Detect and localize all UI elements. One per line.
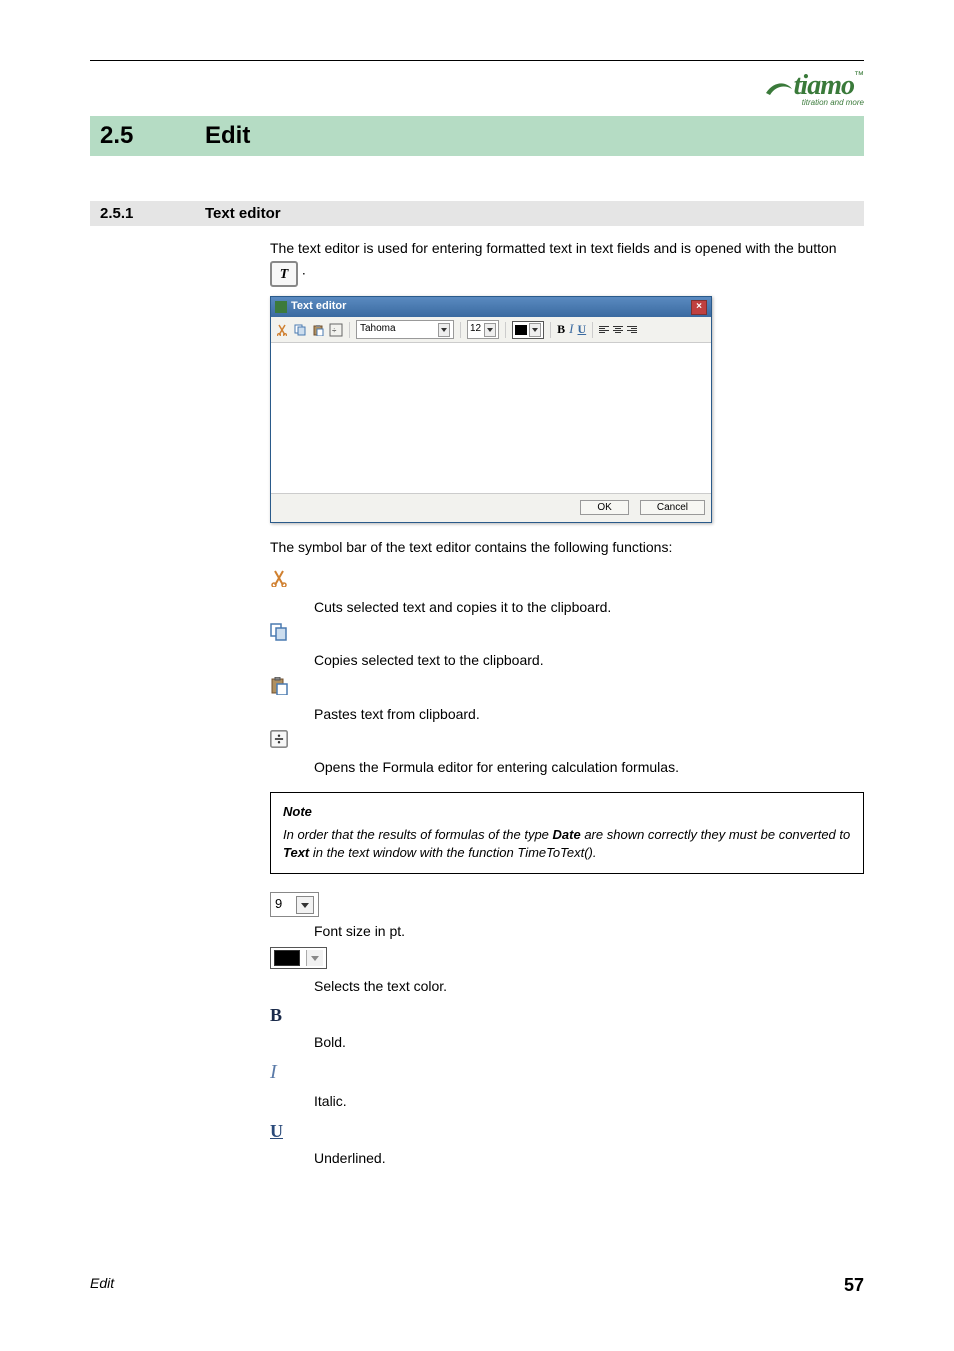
bold-description: Bold.: [314, 1032, 864, 1052]
color-swatch: [274, 950, 300, 966]
section-heading: 2.5 Edit: [90, 116, 864, 156]
font-size-select[interactable]: 12: [467, 320, 499, 339]
close-button[interactable]: ×: [691, 300, 707, 315]
footer-right: 57: [844, 1275, 864, 1296]
italic-button[interactable]: I: [569, 320, 573, 339]
underline-description: Underlined.: [314, 1148, 864, 1168]
section-title: Edit: [205, 122, 250, 150]
intro-text-1: The text editor is used for entering for…: [270, 240, 837, 256]
font-name-select[interactable]: Tahoma: [356, 320, 454, 339]
cut-icon: [270, 569, 298, 592]
cut-icon[interactable]: [275, 323, 289, 337]
font-name-value: Tahoma: [360, 322, 396, 337]
window-title: Text editor: [291, 299, 346, 315]
italic-description: Italic.: [314, 1091, 864, 1111]
paste-icon: [270, 677, 298, 700]
svg-text:÷: ÷: [332, 326, 337, 335]
text-color-control[interactable]: [270, 947, 327, 969]
app-icon: [275, 301, 287, 313]
bold-icon: B: [270, 1002, 298, 1028]
note-text: In order that the results of formulas of…: [283, 826, 851, 864]
text-editor-toolbar: ÷ Tahoma 12 B I: [271, 317, 711, 343]
text-editor-footer: OK Cancel: [271, 493, 711, 522]
text-color-select[interactable]: [512, 321, 544, 339]
copy-description: Copies selected text to the clipboard.: [314, 650, 864, 670]
chevron-down-icon: [306, 950, 323, 966]
subsection-title: Text editor: [205, 205, 281, 222]
copy-icon: [270, 623, 298, 646]
chevron-down-icon: [438, 323, 450, 337]
formula-description: Opens the Formula editor for entering ca…: [314, 757, 864, 777]
bold-button[interactable]: B: [557, 321, 565, 338]
underline-button[interactable]: U: [577, 321, 586, 338]
subsection-number: 2.5.1: [100, 205, 205, 222]
brand-logo: tiamo™ titration and more: [764, 70, 864, 107]
note-box: Note In order that the results of formul…: [270, 792, 864, 875]
font-size-control[interactable]: 9: [270, 892, 319, 917]
ok-button[interactable]: OK: [580, 500, 628, 515]
text-editor-titlebar: Text editor ×: [271, 297, 711, 317]
chevron-down-icon: [529, 323, 541, 337]
align-left-button[interactable]: [599, 326, 609, 333]
trademark: ™: [854, 70, 864, 81]
font-size-description: Font size in pt.: [314, 921, 864, 941]
font-size-value: 12: [470, 322, 481, 337]
text-color-description: Selects the text color.: [314, 976, 864, 996]
note-title: Note: [283, 803, 851, 822]
chevron-down-icon: [484, 323, 496, 337]
paste-description: Pastes text from clipboard.: [314, 704, 864, 724]
swoosh-icon: [764, 79, 794, 101]
symbol-bar-intro: The symbol bar of the text editor contai…: [270, 537, 864, 557]
page-footer: Edit 57: [90, 1275, 864, 1296]
text-editor-textarea[interactable]: [271, 343, 711, 493]
text-editor-open-button[interactable]: T: [270, 261, 298, 287]
paste-icon[interactable]: [311, 323, 325, 337]
color-swatch: [515, 325, 527, 335]
align-center-button[interactable]: [613, 326, 623, 333]
intro-text-2: .: [302, 262, 306, 278]
cut-description: Cuts selected text and copies it to the …: [314, 597, 864, 617]
copy-icon[interactable]: [293, 323, 307, 337]
formula-icon: [270, 730, 298, 753]
formula-icon[interactable]: ÷: [329, 323, 343, 337]
text-editor-button-glyph: T: [280, 267, 289, 282]
section-number: 2.5: [100, 122, 205, 150]
intro-paragraph: The text editor is used for entering for…: [270, 238, 864, 284]
subsection-heading: 2.5.1 Text editor: [90, 201, 864, 226]
footer-left: Edit: [90, 1275, 114, 1296]
underline-icon: U: [270, 1118, 298, 1144]
font-size-value: 9: [275, 895, 282, 914]
brand-name: tiamo: [794, 70, 854, 101]
text-editor-window: Text editor × ÷ Tahoma: [270, 296, 712, 523]
align-right-button[interactable]: [627, 326, 637, 333]
italic-icon: I: [270, 1058, 298, 1087]
cancel-button[interactable]: Cancel: [640, 500, 705, 515]
chevron-down-icon: [296, 896, 314, 914]
